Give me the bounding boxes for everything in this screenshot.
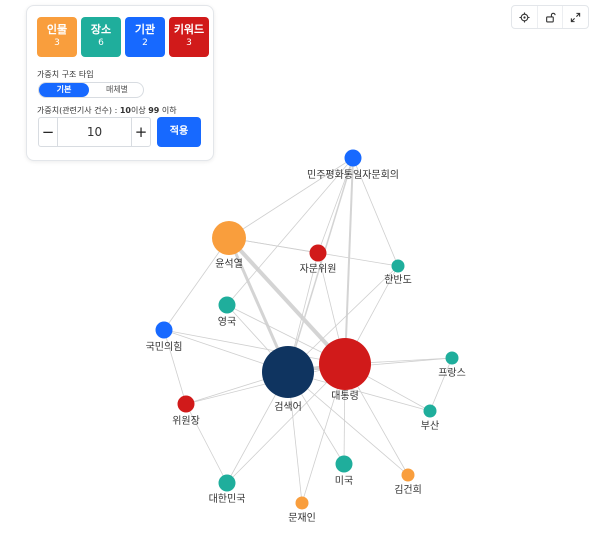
graph-node-label: 국민의힘	[146, 341, 183, 353]
category-count: 3	[54, 38, 60, 48]
weight-max: 99	[148, 106, 160, 115]
structure-option-by-media[interactable]: 매체별	[91, 83, 143, 97]
graph-toolbar	[511, 5, 589, 29]
graph-node-uk[interactable]	[218, 296, 236, 314]
category-keyword-button[interactable]: 키워드 3	[169, 17, 209, 57]
graph-node-search[interactable]	[262, 346, 314, 398]
weight-min: 10	[119, 106, 131, 115]
graph-node-busan[interactable]	[423, 404, 437, 418]
graph-node-label: 프랑스	[438, 367, 466, 379]
decrement-button[interactable]: −	[39, 118, 58, 146]
structure-option-basic[interactable]: 기본	[39, 83, 89, 97]
graph-node-label: 영국	[218, 316, 236, 328]
graph-node-kukmin[interactable]	[155, 321, 173, 339]
category-count: 6	[98, 38, 104, 48]
increment-button[interactable]: +	[131, 118, 150, 146]
category-count: 3	[186, 38, 192, 48]
graph-node-label: 대통령	[331, 390, 359, 402]
category-label: 키워드	[173, 23, 205, 36]
graph-edge	[429, 357, 453, 412]
graph-node-label: 위원장	[172, 414, 200, 427]
graph-node-korea[interactable]	[218, 474, 236, 492]
graph-node-jamun[interactable]	[309, 244, 327, 262]
graph-node-pres[interactable]	[319, 338, 371, 390]
graph-node-label: 부산	[421, 420, 439, 432]
structure-type-toggle: 기본 매체별	[38, 82, 144, 98]
graph-node-label: 한반도	[384, 274, 412, 286]
category-place-button[interactable]: 장소 6	[81, 17, 121, 57]
graph-node-wiwon[interactable]	[177, 395, 195, 413]
graph-node-label: 자문위원	[300, 262, 337, 275]
graph-node-france[interactable]	[445, 351, 459, 365]
graph-node-label: 대한민국	[209, 493, 246, 505]
graph-node-yoon[interactable]	[212, 221, 246, 255]
graph-node-label: 민주평화통일자문회의	[307, 169, 399, 181]
graph-node-label: 미국	[335, 475, 353, 487]
structure-type-label: 가중치 구조 타입	[37, 70, 94, 79]
graph-node-moon[interactable]	[295, 496, 309, 510]
category-label: 장소	[90, 23, 112, 36]
category-organization-button[interactable]: 기관 2	[125, 17, 165, 57]
weight-input[interactable]: 10	[58, 118, 131, 146]
control-panel: 인물 3 장소 6 기관 2 키워드 3 가중치 구조 타입 기본 매체별 가중…	[26, 5, 214, 161]
category-label: 인물	[46, 23, 68, 36]
category-count: 2	[142, 38, 148, 48]
graph-node-kimgh[interactable]	[401, 468, 415, 482]
graph-node-minju[interactable]	[344, 149, 362, 167]
apply-button[interactable]: 적용	[157, 117, 201, 147]
weight-suffix: 이하	[159, 106, 177, 115]
weight-stepper: − 10 +	[38, 117, 151, 147]
unlock-icon[interactable]	[536, 6, 563, 28]
graph-node-label: 검색어	[274, 401, 302, 413]
weight-range-label: 가중치(관련기사 건수) : 10이상 99 이하	[37, 105, 177, 116]
crosshair-icon[interactable]	[512, 6, 537, 28]
category-filter: 인물 3 장소 6 기관 2 키워드 3	[37, 17, 209, 57]
graph-node-label: 김건희	[394, 484, 422, 496]
category-person-button[interactable]: 인물 3	[37, 17, 77, 57]
category-label: 기관	[134, 23, 156, 36]
graph-node-label: 문재인	[288, 512, 316, 524]
weight-mid: 이상	[130, 106, 149, 115]
expand-icon[interactable]	[562, 6, 588, 28]
weight-prefix: 가중치(관련기사 건수) :	[37, 106, 120, 115]
graph-node-label: 윤석열	[215, 258, 243, 270]
graph-node-usa[interactable]	[335, 455, 353, 473]
graph-node-hanbando[interactable]	[391, 259, 405, 273]
graph-edge	[344, 157, 354, 365]
